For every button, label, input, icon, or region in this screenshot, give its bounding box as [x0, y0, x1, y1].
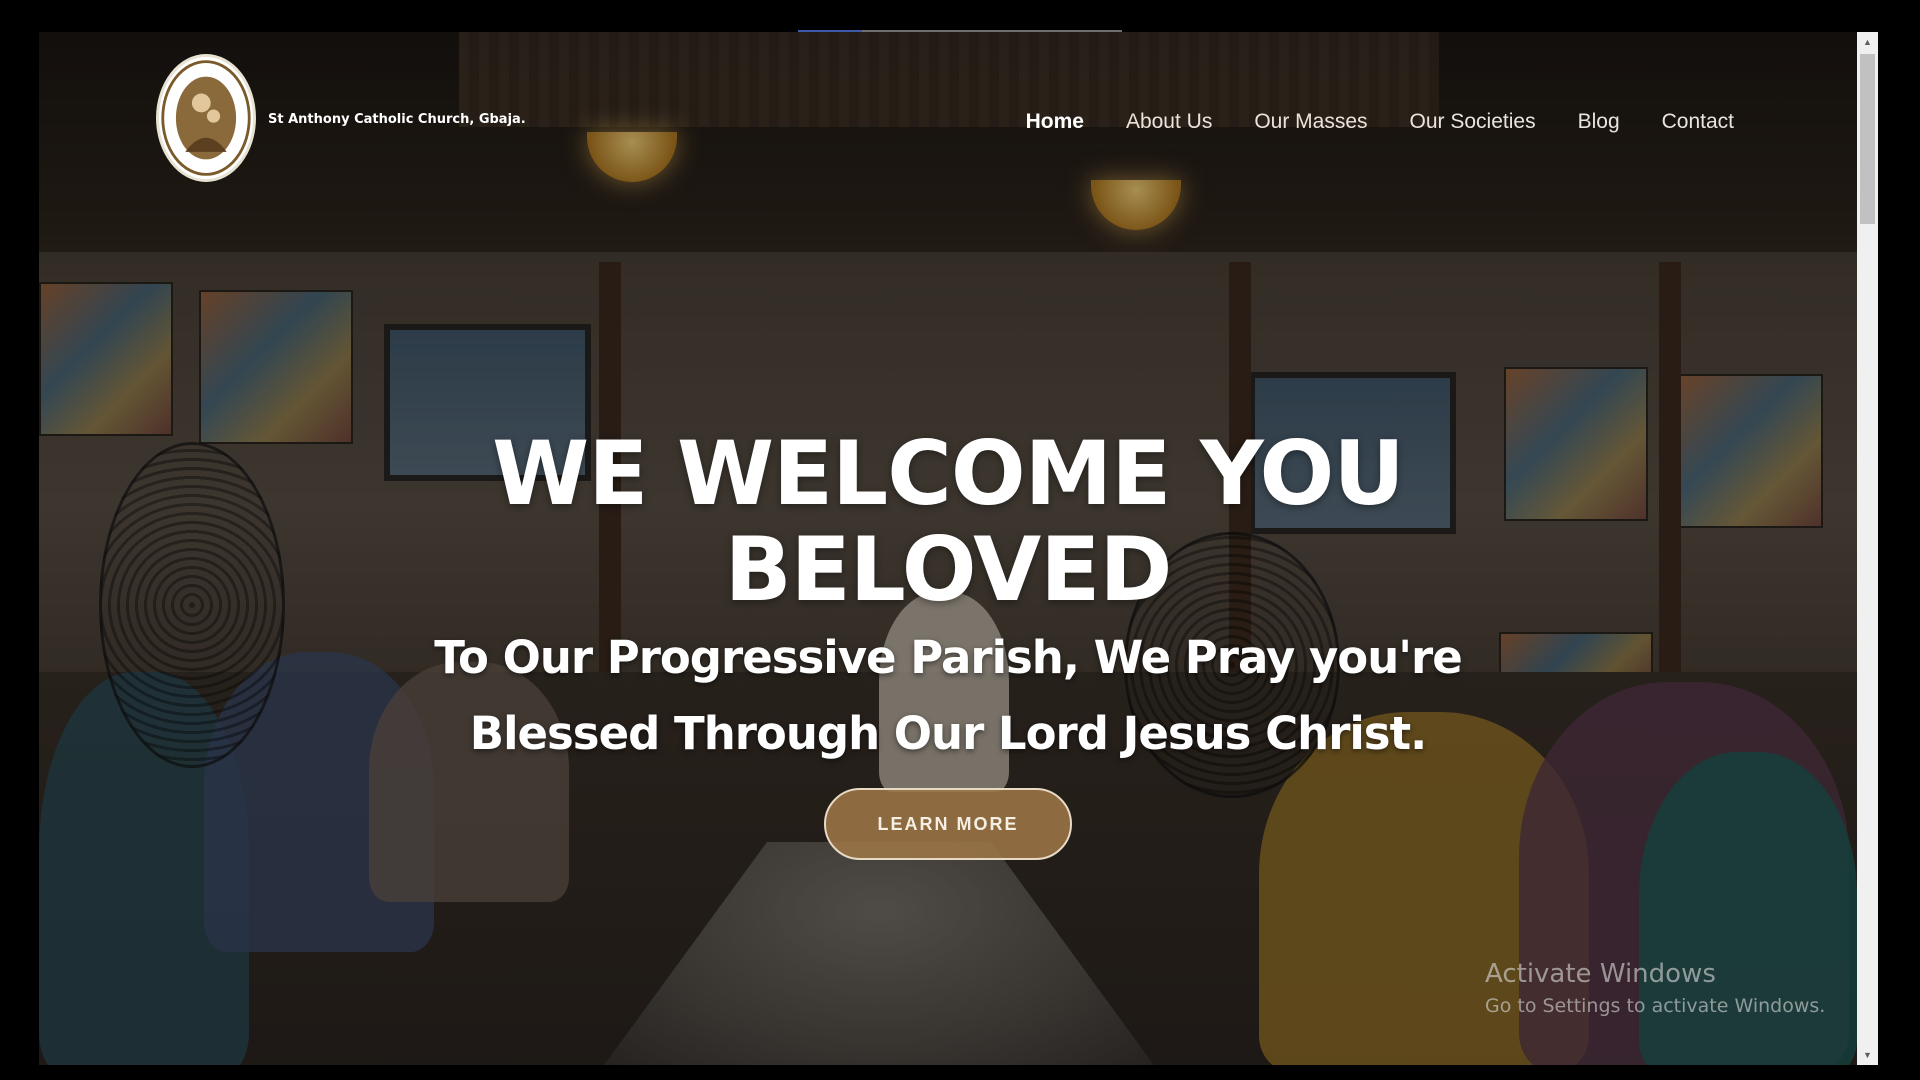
vertical-scrollbar[interactable]: ▲ ▼ [1857, 32, 1878, 1065]
nav-item-our-societies[interactable]: Our Societies [1410, 110, 1536, 134]
site-name[interactable]: St Anthony Catholic Church, Gbaja. [268, 112, 526, 127]
hero-title: WE WELCOME YOU BELOVED [39, 425, 1857, 621]
hero-title-line-1: WE WELCOME YOU [492, 421, 1405, 525]
screen: St Anthony Catholic Church, Gbaja. Home … [0, 0, 1920, 1080]
nav-item-our-masses[interactable]: Our Masses [1254, 110, 1367, 134]
nav-item-blog[interactable]: Blog [1578, 110, 1620, 134]
scroll-up-arrow-icon[interactable]: ▲ [1857, 32, 1878, 52]
scroll-down-arrow-icon[interactable]: ▼ [1857, 1045, 1878, 1065]
church-logo[interactable] [156, 54, 256, 182]
browser-viewport: St Anthony Catholic Church, Gbaja. Home … [39, 32, 1857, 1065]
scrollbar-thumb[interactable] [1860, 54, 1875, 224]
hero-title-line-2: BELOVED [724, 517, 1173, 621]
hero-subtitle-line-1: To Our Progressive Parish, We Pray you'r… [434, 631, 1462, 684]
activation-title: Activate Windows [1485, 959, 1716, 989]
church-seal-logo-icon [161, 60, 251, 176]
learn-more-button[interactable]: LEARN MORE [824, 788, 1072, 860]
hero-subtitle-line-2: Blessed Through Our Lord Jesus Christ. [469, 707, 1427, 760]
site-header: St Anthony Catholic Church, Gbaja. Home … [39, 32, 1857, 212]
nav-item-contact[interactable]: Contact [1662, 110, 1734, 134]
main-navigation: Home About Us Our Masses Our Societies B… [984, 110, 1734, 134]
windows-activation-watermark: Activate Windows Go to Settings to activ… [1485, 959, 1825, 1017]
activation-subtitle: Go to Settings to activate Windows. [1485, 995, 1826, 1017]
hero-subtitle: To Our Progressive Parish, We Pray you'r… [389, 620, 1507, 772]
nav-item-home[interactable]: Home [1026, 110, 1084, 134]
nav-item-about-us[interactable]: About Us [1126, 110, 1212, 134]
